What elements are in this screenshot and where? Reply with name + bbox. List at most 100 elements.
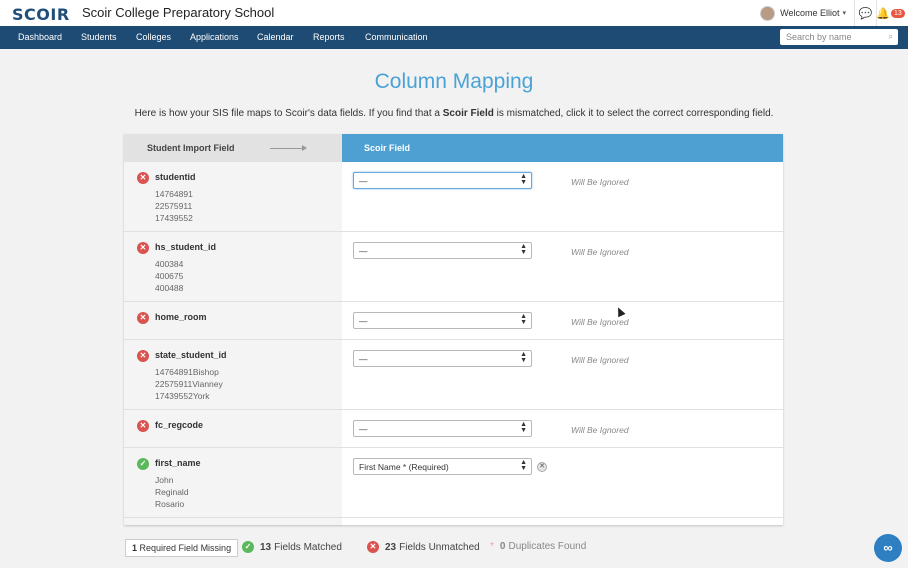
scoir-field-select[interactable]: First Name * (Required) ▲ ▼ [353,458,532,475]
scoir-field-select[interactable]: — ▲ ▼ [353,242,532,259]
scoir-logo[interactable]: SCOIR [12,5,70,24]
sample-value: 17439552York [155,391,210,401]
import-field-name: state_student_id [155,350,227,360]
arrow-right-icon [270,145,307,151]
matched-summary: ✓ 13 Fields Matched [242,541,342,553]
nav-students[interactable]: Students [81,32,117,42]
right-column-header-label: Scoir Field [364,143,411,153]
clear-mapping-button[interactable]: ✕ [537,462,547,472]
mapping-row: ✕ fc_regcode — ▲ ▼ Will Be Ignored [124,410,783,448]
bell-icon: 🔔 [876,7,890,20]
missing-label: Required Field Missing [139,543,232,553]
sample-value: 17439552 [155,213,193,223]
user-menu[interactable]: Welcome Elliot ▾ [780,8,846,18]
select-arrows-icon: ▲ ▼ [520,173,527,186]
nav-reports[interactable]: Reports [313,32,345,42]
nav-calendar[interactable]: Calendar [257,32,294,42]
sample-value: Reginald [155,487,189,497]
mapping-row: ✓ first_name John Reginald Rosario First… [124,448,783,518]
import-field-name: first_name [155,458,201,468]
top-header: SCOIR Scoir College Preparatory School W… [0,0,908,26]
sample-value: 400488 [155,283,184,293]
welcome-label: Welcome Elliot [780,8,840,18]
notification-badge: 13 [890,8,905,18]
left-column-header: Student Import Field [124,134,342,162]
sample-value: 14764891Bishop [155,367,219,377]
select-arrows-icon: ▲ ▼ [520,351,527,364]
page-subtitle: Here is how your SIS file maps to Scoir'… [0,108,908,119]
ignored-note: Will Be Ignored [571,247,629,257]
select-arrows-icon: ▲ ▼ [520,243,527,256]
matched-label: Fields Matched [274,541,342,553]
page-title: Column Mapping [374,70,534,93]
import-field-name: fc_regcode [155,420,204,430]
required-missing-badge[interactable]: 1 Required Field Missing [125,539,239,557]
unmatched-count: 23 [385,541,397,553]
select-arrows-icon: ▲ ▼ [520,421,527,434]
duplicates-summary: * 0 Duplicates Found [490,541,586,552]
scoir-field-select[interactable]: — ▲ ▼ [353,420,532,437]
sample-value: 400675 [155,271,184,281]
select-arrows-icon: ▲ ▼ [520,313,527,326]
school-name: Scoir College Preparatory School [82,5,275,20]
scoir-field-select[interactable]: — ▲ ▼ [353,312,532,329]
select-value: — [359,424,368,434]
check-icon: ✓ [242,541,254,553]
error-x-icon: ✕ [367,541,379,553]
sample-value: 400384 [155,259,184,269]
check-icon: ✓ [137,458,149,470]
unmatched-label: Fields Unmatched [399,541,480,553]
import-field-name: hs_student_id [155,242,217,252]
error-x-icon: ✕ [137,350,149,362]
scoir-field-select[interactable]: — ▲ ▼ [353,350,532,367]
right-column-header: Scoir Field [342,134,783,162]
subtitle-text-2: is mismatched, click it to select the co… [493,108,774,119]
search-placeholder: Search by name [786,32,852,42]
error-x-icon: ✕ [137,312,149,324]
help-chat-button[interactable]: ∞ [874,534,902,562]
mapping-row: ✕ studentid 14764891 22575911 17439552 —… [124,162,783,232]
scoir-field-select[interactable]: — ▲ ▼ [353,172,532,189]
subtitle-text-1: Here is how your SIS file maps to Scoir'… [134,108,443,119]
mapping-row: ✕ hs_student_id 400384 400675 400488 — ▲… [124,232,783,302]
mapping-table: Student Import Field Scoir Field ✕ stude… [124,134,783,525]
error-x-icon: ✕ [137,420,149,432]
asterisk-icon: * [490,541,494,552]
error-x-icon: ✕ [137,172,149,184]
nav-applications[interactable]: Applications [190,32,239,42]
user-area: Welcome Elliot ▾ 💬 🔔 13 [760,0,908,26]
subtitle-bold: Scoir Field [442,108,494,119]
import-field-name: home_room [155,312,207,322]
left-column-header-label: Student Import Field [147,143,235,153]
import-field-name: studentid [155,172,196,182]
nav-communication[interactable]: Communication [365,32,428,42]
sample-value: 22575911Vianney [155,379,223,389]
mapping-row: ✕ state_student_id 14764891Bishop 225759… [124,340,783,410]
avatar[interactable] [760,5,776,21]
sample-value: 22575911 [155,201,193,211]
notifications-button[interactable]: 🔔 13 [876,0,908,26]
mapping-row: ✕ home_room — ▲ ▼ Will Be Ignored [124,302,783,340]
chat-icon[interactable]: 💬 [854,0,876,26]
ignored-note: Will Be Ignored [571,355,629,365]
sample-value: John [155,475,174,485]
select-value: First Name * (Required) [359,462,449,472]
select-value: — [359,354,368,364]
ignored-note: Will Be Ignored [571,317,629,327]
matched-count: 13 [260,541,272,553]
select-value: — [359,316,368,326]
main-nav: Dashboard Students Colleges Applications… [0,26,908,49]
nav-dashboard[interactable]: Dashboard [18,32,62,42]
chevron-down-icon: ▾ [842,10,846,17]
sample-value: Rosario [155,499,185,509]
select-value: — [359,176,368,186]
sample-value: 14764891 [155,189,193,199]
search-icon: ⌕ [888,32,893,41]
ignored-note: Will Be Ignored [571,177,629,187]
select-arrows-icon: ▲ ▼ [520,459,527,472]
ignored-note: Will Be Ignored [571,425,629,435]
nav-colleges[interactable]: Colleges [136,32,171,42]
missing-count: 1 [132,543,138,553]
search-input[interactable]: Search by name ⌕ [780,29,898,45]
dup-count: 0 [499,541,506,552]
